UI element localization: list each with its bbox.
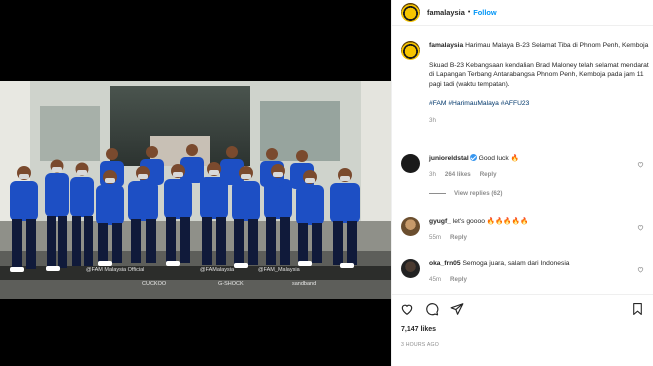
comment: gyugf_ let's goooo 🔥🔥🔥🔥🔥 55m Reply (401, 217, 651, 241)
avatar[interactable] (401, 217, 420, 236)
comment-meta: 45m Reply (429, 276, 651, 283)
heart-outline-icon[interactable] (637, 161, 644, 168)
avatar[interactable] (401, 3, 420, 22)
team-photo: @FAM Malaysia Official @FAMalaysia @FAM_… (0, 81, 391, 299)
comment: junioreldstal Good luck 🔥 3h 264 likes R… (401, 154, 651, 197)
comment-username[interactable]: gyugf_ (429, 218, 451, 225)
svg-text:CUCKOO: CUCKOO (142, 281, 167, 287)
view-replies-label: View replies (62) (454, 189, 503, 197)
separator-dot: • (467, 9, 471, 16)
reply-button[interactable]: Reply (450, 234, 467, 241)
divider (429, 192, 446, 194)
reply-button[interactable]: Reply (450, 276, 467, 283)
paper-plane-icon[interactable] (450, 302, 464, 316)
caption-meta: 3h (429, 117, 651, 124)
svg-text:@FAM_Malaysia: @FAM_Malaysia (258, 267, 301, 273)
post-timestamp[interactable]: 3 HOURS AGO (401, 342, 439, 348)
caption-hashtags[interactable]: #FAM #HarimauMalaya #AFFU23 (429, 99, 651, 109)
caption-body: Skuad B-23 Kebangsaan kendalian Brad Mal… (429, 61, 649, 88)
reply-button[interactable]: Reply (480, 171, 497, 178)
comment-message: Semoga juara, salam dari Indonesia (462, 260, 570, 267)
follow-button[interactable]: Follow (473, 8, 496, 17)
heart-outline-icon[interactable] (637, 224, 644, 231)
post-media[interactable]: @FAM Malaysia Official @FAMalaysia @FAM_… (0, 0, 391, 366)
caption-username[interactable]: famalaysia (429, 42, 463, 49)
likes-count[interactable]: 7,147 likes (401, 326, 436, 333)
svg-text:G-SHOCK: G-SHOCK (218, 281, 244, 287)
svg-text:sandband: sandband (292, 281, 316, 287)
comment-meta: 3h 264 likes Reply (429, 171, 651, 178)
avatar[interactable] (401, 259, 420, 278)
comment-message: Good luck 🔥 (478, 155, 519, 162)
svg-text:@FAM Malaysia Official: @FAM Malaysia Official (86, 267, 144, 273)
view-replies-button[interactable]: View replies (62) (429, 190, 651, 197)
post-actions: 7,147 likes 3 HOURS AGO (392, 294, 653, 366)
caption-title: famalaysia Harimau Malaya B-23 Selamat T… (429, 41, 651, 51)
comment-meta: 55m Reply (429, 234, 651, 241)
comment-likes[interactable]: 264 likes (445, 171, 471, 178)
action-icons (400, 302, 464, 316)
comments-list[interactable]: famalaysia Harimau Malaya B-23 Selamat T… (392, 32, 653, 294)
post-author-username[interactable]: famalaysia (427, 8, 465, 17)
heart-outline-icon[interactable] (637, 266, 644, 273)
heart-icon[interactable] (400, 302, 414, 316)
comment-time[interactable]: 45m (429, 276, 441, 283)
caption-time[interactable]: 3h (429, 117, 436, 124)
post-details-panel: famalaysia • Follow famalaysia Harimau M… (391, 0, 653, 366)
comment-icon[interactable] (425, 302, 439, 316)
avatar[interactable] (401, 154, 420, 173)
comment: oka_frn05 Semoga juara, salam dari Indon… (401, 259, 651, 283)
comment-time[interactable]: 3h (429, 171, 436, 178)
comment-text: gyugf_ let's goooo 🔥🔥🔥🔥🔥 (429, 217, 651, 227)
verified-badge-icon (469, 154, 477, 161)
save-button[interactable] (631, 302, 644, 316)
post-header: famalaysia • Follow (392, 0, 653, 26)
comment-text: junioreldstal Good luck 🔥 (429, 154, 651, 164)
comment-time[interactable]: 55m (429, 234, 441, 241)
comment-username[interactable]: oka_frn05 (429, 260, 461, 267)
comment-text: oka_frn05 Semoga juara, salam dari Indon… (429, 259, 651, 269)
avatar[interactable] (401, 41, 420, 60)
comment-username[interactable]: junioreldstal (429, 155, 469, 162)
svg-text:@FAMalaysia: @FAMalaysia (200, 267, 235, 273)
caption: famalaysia Harimau Malaya B-23 Selamat T… (401, 41, 651, 124)
bookmark-icon[interactable] (631, 302, 644, 316)
caption-title-text: Harimau Malaya B-23 Selamat Tiba di Phno… (465, 42, 649, 49)
comment-message: let's goooo 🔥🔥🔥🔥🔥 (452, 218, 529, 225)
